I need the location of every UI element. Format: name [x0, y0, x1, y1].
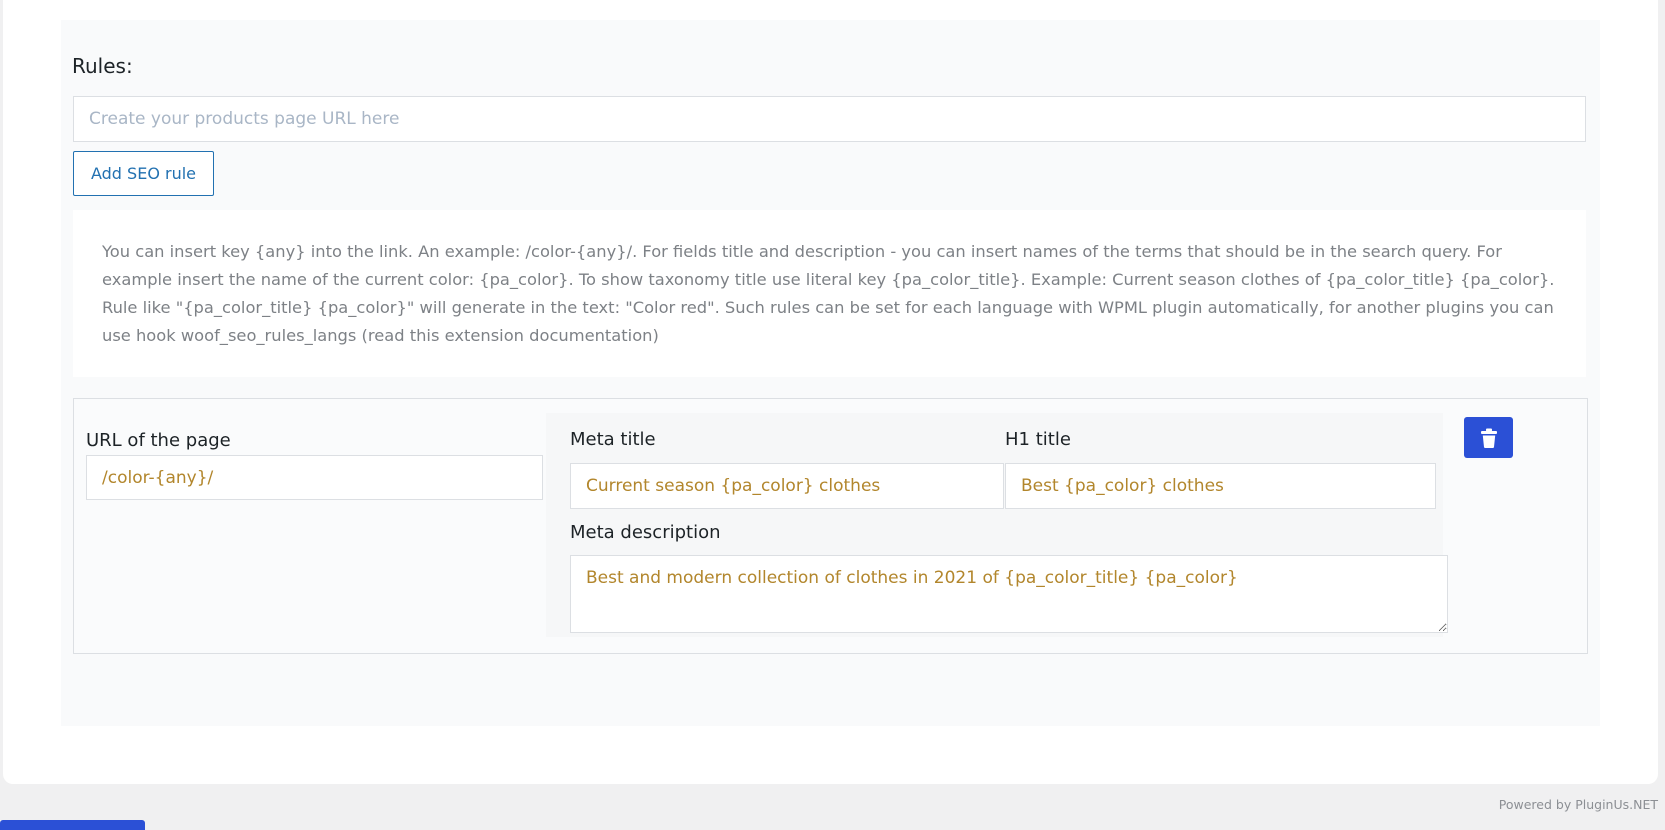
h1-title-label: H1 title [1005, 429, 1071, 450]
bottom-action-button[interactable] [0, 820, 145, 830]
meta-description-label: Meta description [570, 522, 721, 543]
rules-help-text: You can insert key {any} into the link. … [73, 210, 1586, 377]
meta-description-textarea[interactable]: Best and modern collection of clothes in… [570, 555, 1448, 633]
add-seo-rule-button[interactable]: Add SEO rule [73, 151, 214, 196]
rule-url-input[interactable] [86, 455, 543, 500]
h1-title-input[interactable] [1005, 463, 1436, 509]
trash-icon [1480, 428, 1497, 448]
delete-rule-button[interactable] [1464, 417, 1513, 458]
seo-rule-item: URL of the page Meta title H1 title Meta… [73, 398, 1588, 654]
rules-label: Rules: [72, 54, 133, 78]
powered-by-text: Powered by PluginUs.NET [1498, 797, 1658, 812]
new-rule-url-input[interactable] [73, 96, 1586, 142]
meta-title-label: Meta title [570, 429, 656, 450]
url-of-page-label: URL of the page [86, 430, 231, 451]
meta-title-input[interactable] [570, 463, 1004, 509]
